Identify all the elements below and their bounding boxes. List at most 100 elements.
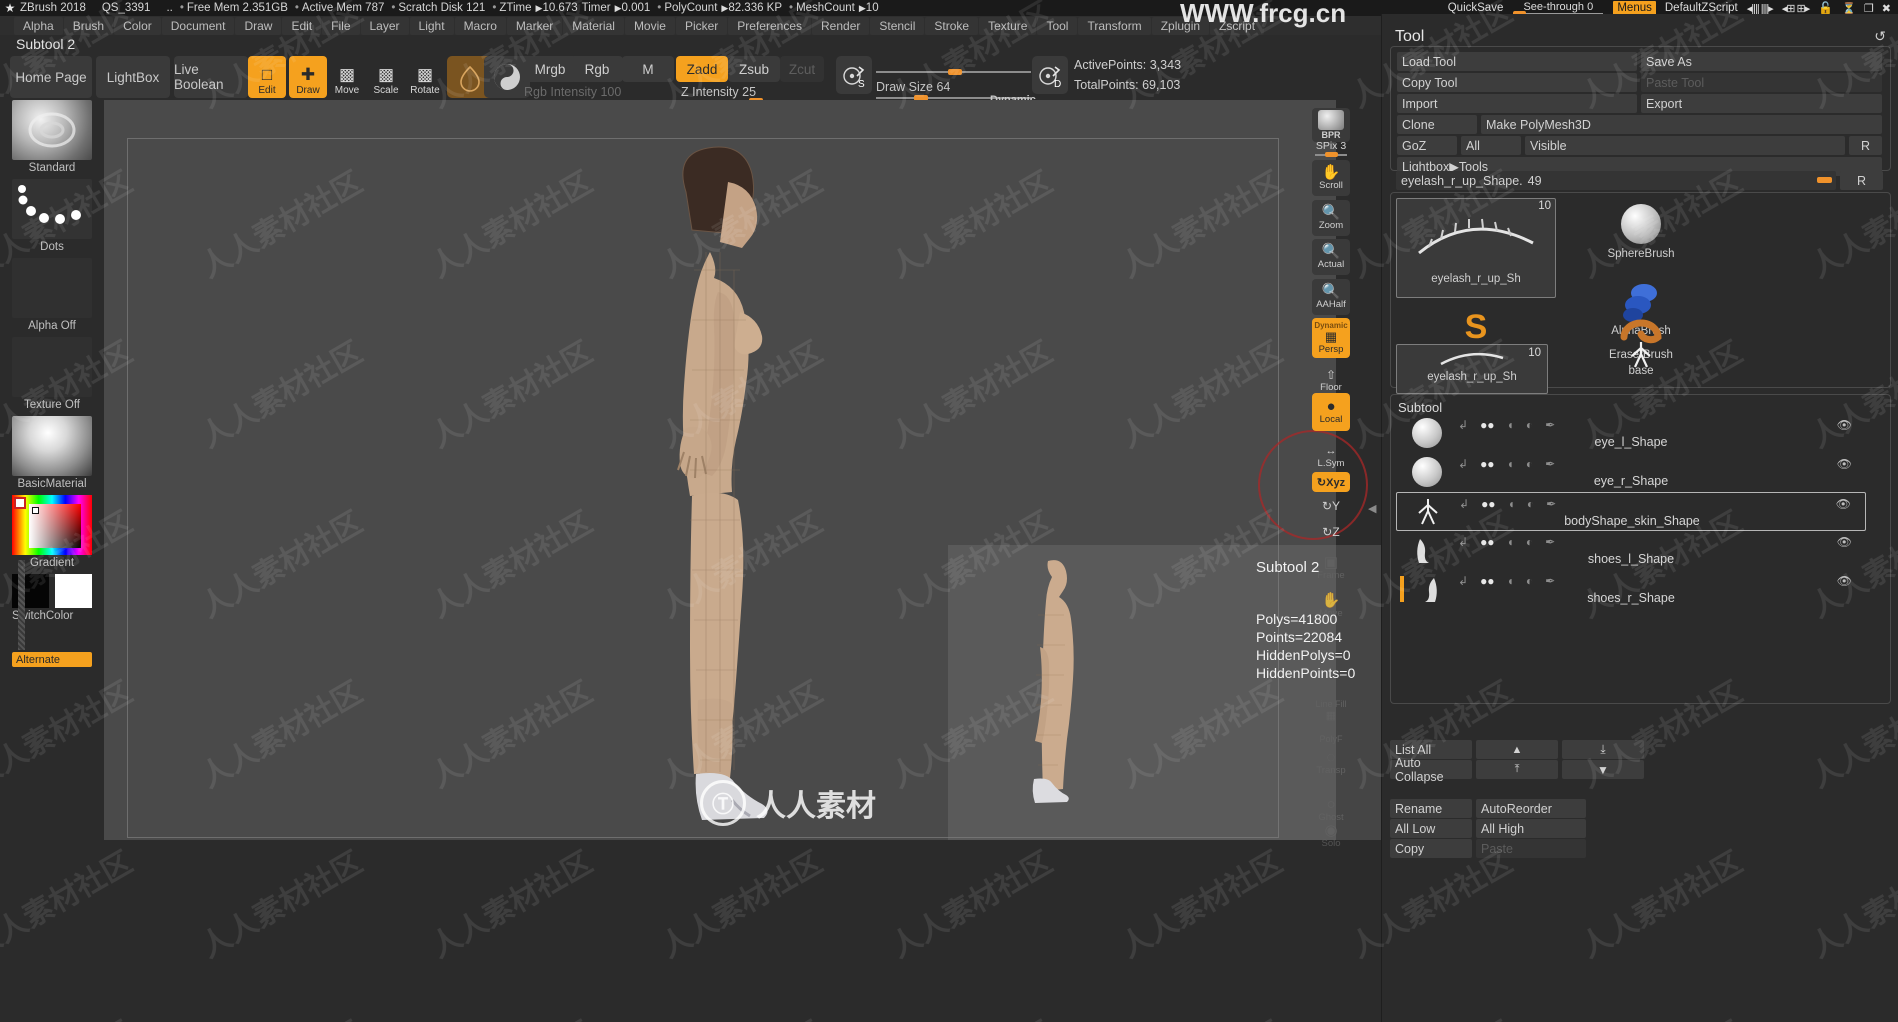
eye-icon[interactable]: 👁 (1837, 457, 1852, 471)
lock-icon[interactable]: 🔓 (1818, 1, 1833, 15)
menu-item-file[interactable]: File (322, 16, 360, 35)
item-slider[interactable]: eyelash_r_up_Shape. 49 (1396, 171, 1836, 190)
menu-item-render[interactable]: Render (812, 16, 870, 35)
copy-tool-button[interactable]: Copy Tool (1397, 73, 1637, 92)
merge-icon[interactable]: ↲ (1458, 418, 1468, 432)
left-shelf-scroll-handle[interactable] (18, 560, 25, 650)
contrast-icon[interactable]: ◖ (1507, 535, 1514, 549)
all-button[interactable]: All (1461, 136, 1521, 155)
local-button[interactable]: ● Local (1312, 393, 1350, 431)
menu-item-preferences[interactable]: Preferences (728, 16, 811, 35)
focal-shift-knob[interactable] (948, 68, 962, 75)
move-down-button[interactable]: ⤓ (1562, 740, 1644, 759)
m-button[interactable]: M (622, 56, 674, 82)
menu-item-macro[interactable]: Macro (454, 16, 506, 35)
eye-icon[interactable]: 👁 (1837, 574, 1852, 588)
focal-shift-icon-button[interactable]: S (836, 56, 872, 94)
rotate-button[interactable]: ▩ Rotate (406, 56, 444, 98)
lsym-button[interactable]: ↔ L.Sym (1312, 438, 1350, 474)
all-high-button[interactable]: All High (1476, 819, 1586, 838)
alpha-selector[interactable]: Alpha Off (12, 258, 92, 332)
rotate-z-button[interactable]: ↻Z (1312, 520, 1350, 544)
xyz-button[interactable]: ↻Xyz (1312, 472, 1350, 492)
zsub-button[interactable]: Zsub (728, 56, 780, 82)
merge-icon[interactable]: ↲ (1459, 497, 1469, 511)
copy-icon[interactable]: ●● (1480, 418, 1495, 432)
zadd-button[interactable]: Zadd (676, 56, 728, 82)
default-zscript-button[interactable]: DefaultZScript (1665, 2, 1738, 14)
copy-subtool-button[interactable]: Copy (1390, 839, 1472, 858)
paint-icon[interactable]: ✒ (1546, 497, 1556, 511)
focal-shift-slider[interactable] (876, 68, 1031, 75)
eye-icon[interactable]: 👁 (1836, 497, 1851, 511)
quicksave-button[interactable]: QuickSave (1448, 2, 1504, 14)
menu-item-picker[interactable]: Picker (675, 16, 728, 35)
contrast-icon[interactable]: ◖ (1507, 574, 1514, 588)
item-slider-r-button[interactable]: R (1840, 171, 1883, 190)
all-low-button[interactable]: All Low (1390, 819, 1472, 838)
paint-icon[interactable]: ✒ (1545, 574, 1555, 588)
eye-icon[interactable]: 👁 (1837, 535, 1852, 549)
close-icon[interactable]: ✖ (1882, 2, 1891, 15)
see-through-slider[interactable]: See-through 0 (1512, 1, 1604, 16)
autoreorder-button[interactable]: AutoReorder (1476, 799, 1586, 818)
subtool-row-bodyshape[interactable]: ↲ ●● ◖ ◐ ✒ 👁 bodyShape_skin_Shape (1396, 492, 1866, 531)
item-slider-knob[interactable] (1817, 177, 1832, 183)
rotate-y-button[interactable]: ↻Y (1312, 494, 1350, 518)
copy-icon[interactable]: ●● (1481, 497, 1496, 511)
move-bottom-button[interactable]: ▼ (1562, 760, 1644, 779)
reset-icon[interactable]: ↺ (1874, 28, 1886, 45)
split-icon[interactable]: ◐ (1526, 574, 1533, 588)
menu-item-transform[interactable]: Transform (1078, 16, 1151, 35)
menu-item-alpha[interactable]: Alpha (14, 16, 63, 35)
menu-item-draw[interactable]: Draw (235, 16, 282, 35)
menu-item-movie[interactable]: Movie (624, 16, 675, 35)
rename-button[interactable]: Rename (1390, 799, 1472, 818)
split-icon[interactable]: ◐ (1526, 457, 1533, 471)
copy-icon[interactable]: ●● (1480, 535, 1495, 549)
subtool-row-icons[interactable]: ↲ ●● ◖ ◐ ✒ (1458, 535, 1555, 549)
spix-row[interactable]: SPix 3 (1312, 140, 1350, 152)
subtool-row-icons[interactable]: ↲ ●● ◖ ◐ ✒ (1459, 497, 1556, 511)
menu-item-color[interactable]: Color (114, 16, 161, 35)
menu-item-light[interactable]: Light (409, 16, 454, 35)
brush-selector[interactable]: Standard (12, 100, 92, 174)
goz-r-button[interactable]: R (1849, 136, 1882, 155)
rgb-button[interactable]: Rgb (571, 56, 623, 82)
stroke-selector[interactable]: Dots (12, 179, 92, 253)
menu-item-tool[interactable]: Tool (1037, 16, 1078, 35)
secondary-color-swatch[interactable] (55, 574, 92, 608)
menu-item-stroke[interactable]: Stroke (925, 16, 979, 35)
actual-size-button[interactable]: 🔍 Actual (1312, 239, 1350, 275)
split-icon[interactable]: ◐ (1527, 497, 1534, 511)
perspective-button[interactable]: Dynamic ▦ Persp (1312, 318, 1350, 358)
bpr-render-button[interactable]: BPR (1312, 108, 1350, 142)
visible-button[interactable]: Visible (1525, 136, 1845, 155)
menus-toggle[interactable]: Menus (1613, 1, 1656, 15)
minimize-icon[interactable]: ⏳ (1842, 2, 1856, 15)
menu-item-marker[interactable]: Marker (506, 16, 563, 35)
paint-icon[interactable]: ✒ (1545, 457, 1555, 471)
subtool-row-icons[interactable]: ↲ ●● ◖ ◐ ✒ (1458, 574, 1555, 588)
menu-item-edit[interactable]: Edit (282, 16, 322, 35)
load-tool-button[interactable]: Load Tool (1397, 52, 1637, 71)
subtool-row-shoes-r[interactable]: ↲ ●● ◖ ◐ ✒ 👁 shoes_r_Shape (1396, 570, 1866, 609)
subtool-row-eye-r[interactable]: ↲ ●● ◖ ◐ ✒ 👁 eye_r_Shape (1396, 453, 1866, 492)
menu-item-document[interactable]: Document (161, 16, 235, 35)
shelf-dock-icon[interactable]: ◂⊞ ⊞▸ (1782, 2, 1811, 15)
home-page-button[interactable]: Home Page (10, 56, 92, 98)
subtool-row-icons[interactable]: ↲ ●● ◖ ◐ ✒ (1458, 457, 1555, 471)
menu-item-material[interactable]: Material (563, 16, 624, 35)
spix-knob[interactable] (1325, 152, 1338, 157)
merge-icon[interactable]: ↲ (1458, 535, 1468, 549)
aahalf-button[interactable]: 🔍 AAHalf (1312, 279, 1350, 315)
subtool-row-icons[interactable]: ↲ ●● ◖ ◐ ✒ (1458, 418, 1555, 432)
draw-size-icon-button[interactable]: D (1032, 56, 1068, 94)
menu-item-stencil[interactable]: Stencil (870, 16, 925, 35)
save-as-button[interactable]: Save As (1641, 52, 1882, 71)
menu-item-layer[interactable]: Layer (360, 16, 409, 35)
edit-button[interactable]: □ Edit (248, 56, 286, 98)
move-button[interactable]: ▩ Move (328, 56, 366, 98)
import-button[interactable]: Import (1397, 94, 1637, 113)
zoom-button[interactable]: 🔍 Zoom (1312, 200, 1350, 236)
